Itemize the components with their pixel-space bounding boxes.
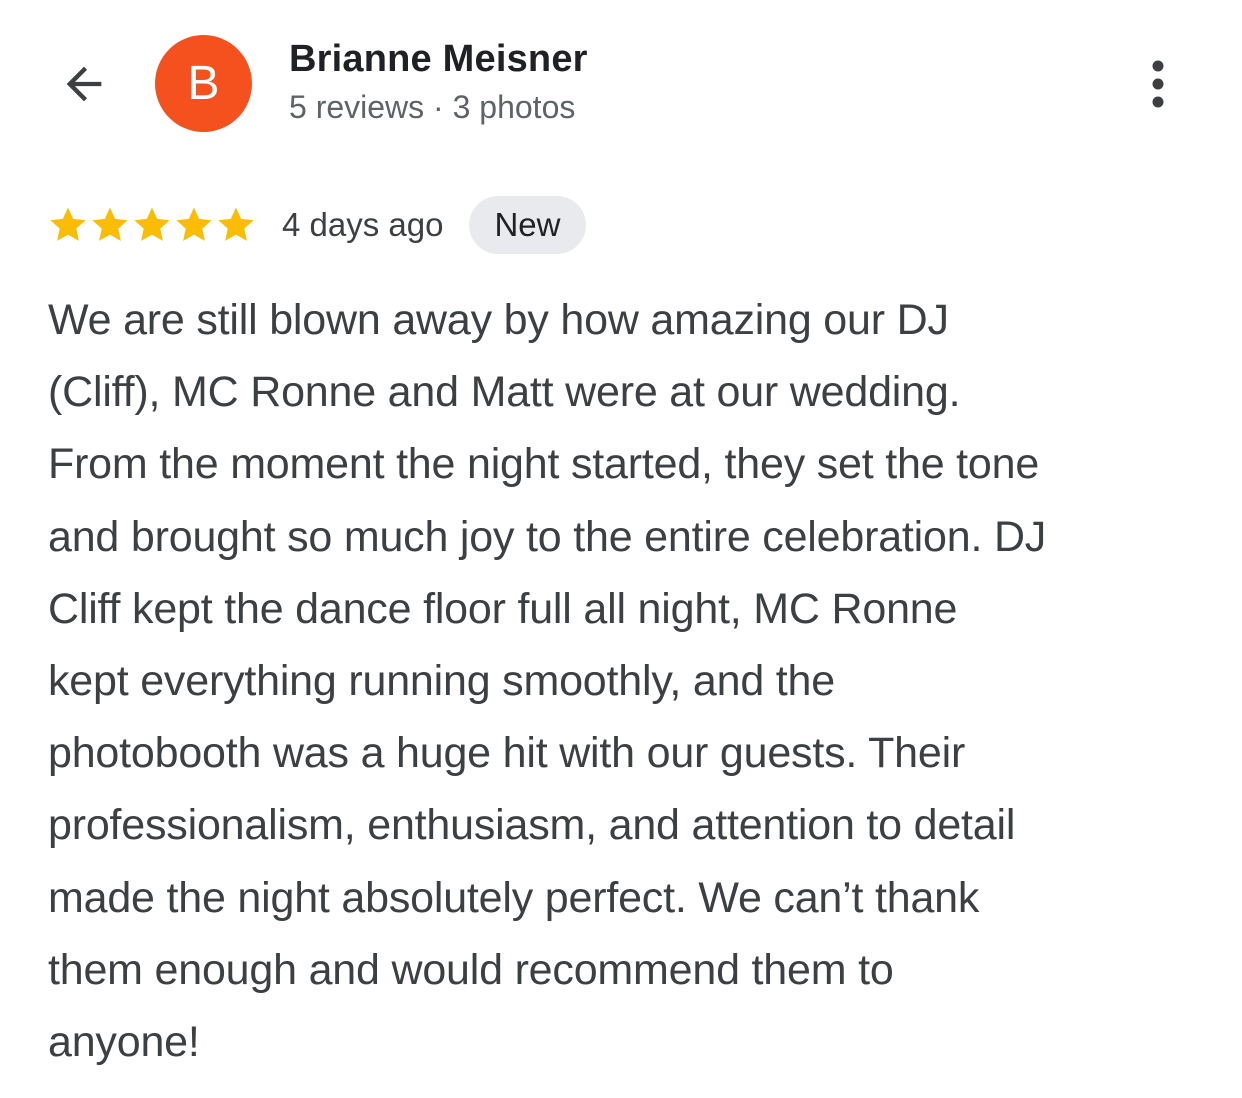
- review-text[interactable]: We are still blown away by how amazing o…: [48, 284, 1208, 1078]
- more-vert-icon: [1152, 60, 1164, 108]
- arrow-back-icon: [66, 66, 102, 102]
- star-icon: [50, 207, 86, 241]
- review-text-line: photobooth was a huge hit with our guest…: [48, 729, 966, 778]
- review-header: B Brianne Meisner 5 reviews · 3 photos: [0, 0, 1242, 160]
- review-text-line: made the night absolutely perfect. We ca…: [48, 873, 980, 922]
- rating-row: 4 days ago New: [48, 194, 586, 256]
- star-rating: [48, 205, 256, 245]
- star-icon: [92, 207, 128, 241]
- avatar[interactable]: B: [155, 35, 252, 132]
- review-text-line: We are still blown away by how amazing o…: [48, 296, 949, 344]
- back-button[interactable]: [52, 52, 116, 116]
- star-icon: [218, 207, 254, 241]
- review-text-line: and brought so much joy to the entire ce…: [48, 512, 1047, 561]
- more-options-button[interactable]: [1133, 52, 1183, 116]
- new-badge: New: [469, 196, 586, 254]
- review-text-line: professionalism, enthusiasm, and attenti…: [48, 801, 1016, 850]
- review-time: 4 days ago: [282, 206, 444, 243]
- reviewer-meta: 5 reviews · 3 photos: [289, 89, 576, 125]
- star-icon: [176, 207, 212, 241]
- review-text-line: From the moment the night started, they …: [48, 440, 1040, 489]
- review-text-line: anyone!: [48, 1018, 200, 1067]
- review-text-line: kept everything running smoothly, and th…: [48, 657, 835, 706]
- review-text-line: them enough and would recommend them to: [48, 945, 894, 994]
- star-icon: [134, 207, 170, 241]
- review-text-line: (Cliff), MC Ronne and Matt were at our w…: [48, 368, 961, 417]
- review-text-line: Cliff kept the dance floor full all nigh…: [48, 584, 958, 633]
- reviewer-name[interactable]: Brianne Meisner: [289, 38, 588, 81]
